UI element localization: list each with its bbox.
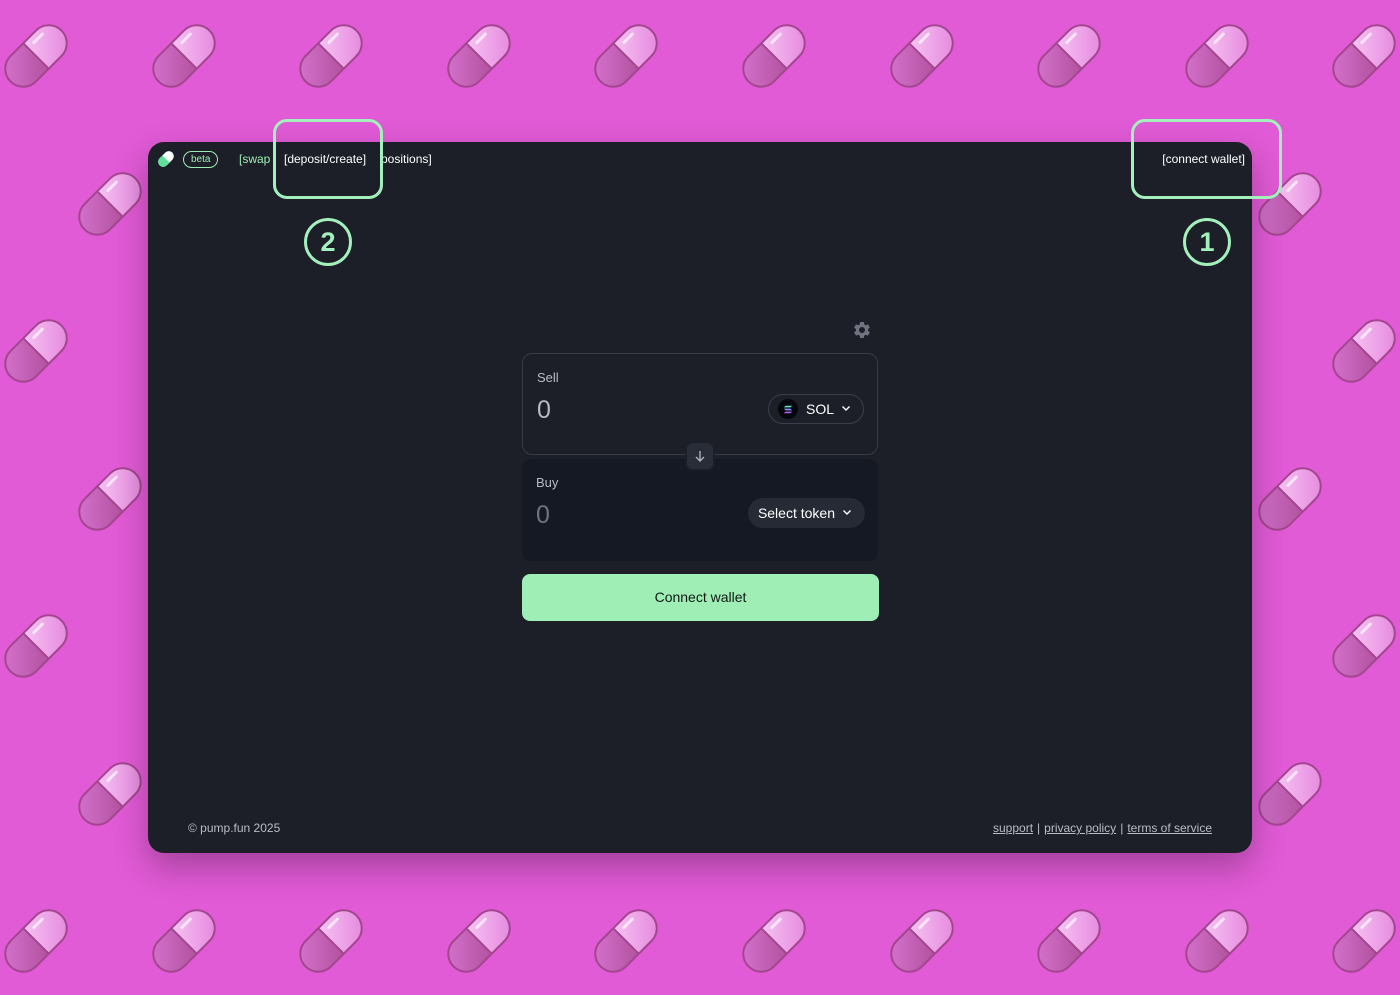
footer-separator: | (1120, 821, 1124, 835)
pill-icon (1328, 905, 1400, 977)
pill-icon (148, 20, 220, 92)
pill-icon (1033, 20, 1105, 92)
sell-panel: Sell 0 SOL (522, 353, 878, 455)
pill-icon (1254, 758, 1326, 830)
chevron-down-icon (841, 505, 853, 521)
pump-pill-logo-icon[interactable] (156, 149, 176, 169)
nav-positions-link[interactable]: positions] (381, 152, 432, 166)
buy-token-selector[interactable]: Select token (747, 498, 865, 528)
sell-token-symbol: SOL (805, 401, 834, 417)
pill-icon (1181, 20, 1253, 92)
select-token-label: Select token (757, 505, 835, 521)
sell-token-selector[interactable]: SOL (767, 394, 864, 424)
gear-icon[interactable] (852, 320, 872, 340)
buy-label: Buy (536, 475, 559, 490)
swap-direction-button[interactable] (685, 441, 715, 471)
pill-icon (295, 905, 367, 977)
solana-icon (777, 399, 798, 419)
pill-icon (0, 905, 72, 977)
pill-icon (886, 905, 958, 977)
pill-icon (738, 905, 810, 977)
privacy-policy-link[interactable]: privacy policy (1044, 821, 1116, 835)
pill-icon (886, 20, 958, 92)
footer-separator: | (1037, 821, 1041, 835)
pill-icon (0, 315, 72, 387)
pill-icon (1328, 20, 1400, 92)
buy-panel: Buy 0 Select token (522, 459, 878, 561)
connect-wallet-button[interactable]: Connect wallet (522, 574, 879, 621)
copyright-text: © pump.fun 2025 (188, 821, 281, 835)
pill-icon (74, 168, 146, 240)
pill-icon (1181, 905, 1253, 977)
sell-amount-input[interactable]: 0 (537, 396, 551, 425)
pill-icon (738, 20, 810, 92)
pill-icon (0, 20, 72, 92)
connect-wallet-highlight-box (1131, 119, 1282, 199)
step-1-marker: 1 (1183, 218, 1231, 266)
pill-icon (74, 463, 146, 535)
deposit-create-highlight-box (273, 119, 383, 199)
footer-links: support | privacy policy | terms of service (993, 821, 1212, 835)
pill-icon (443, 20, 515, 92)
buy-amount-input[interactable]: 0 (536, 501, 550, 530)
pill-icon (295, 20, 367, 92)
pill-icon (1328, 315, 1400, 387)
pill-icon (148, 905, 220, 977)
beta-badge: beta (183, 151, 219, 168)
pill-icon (1033, 905, 1105, 977)
chevron-down-icon (840, 401, 852, 417)
pill-icon (590, 905, 662, 977)
terms-of-service-link[interactable]: terms of service (1127, 821, 1212, 835)
pill-icon (1254, 463, 1326, 535)
sell-label: Sell (537, 370, 559, 385)
pill-icon (1328, 610, 1400, 682)
pill-icon (0, 610, 72, 682)
arrow-down-icon (695, 451, 705, 462)
support-link[interactable]: support (993, 821, 1033, 835)
nav-swap-link[interactable]: [swap (239, 152, 270, 166)
pill-icon (74, 758, 146, 830)
pill-icon (443, 905, 515, 977)
pill-icon (590, 20, 662, 92)
step-2-marker: 2 (304, 218, 352, 266)
